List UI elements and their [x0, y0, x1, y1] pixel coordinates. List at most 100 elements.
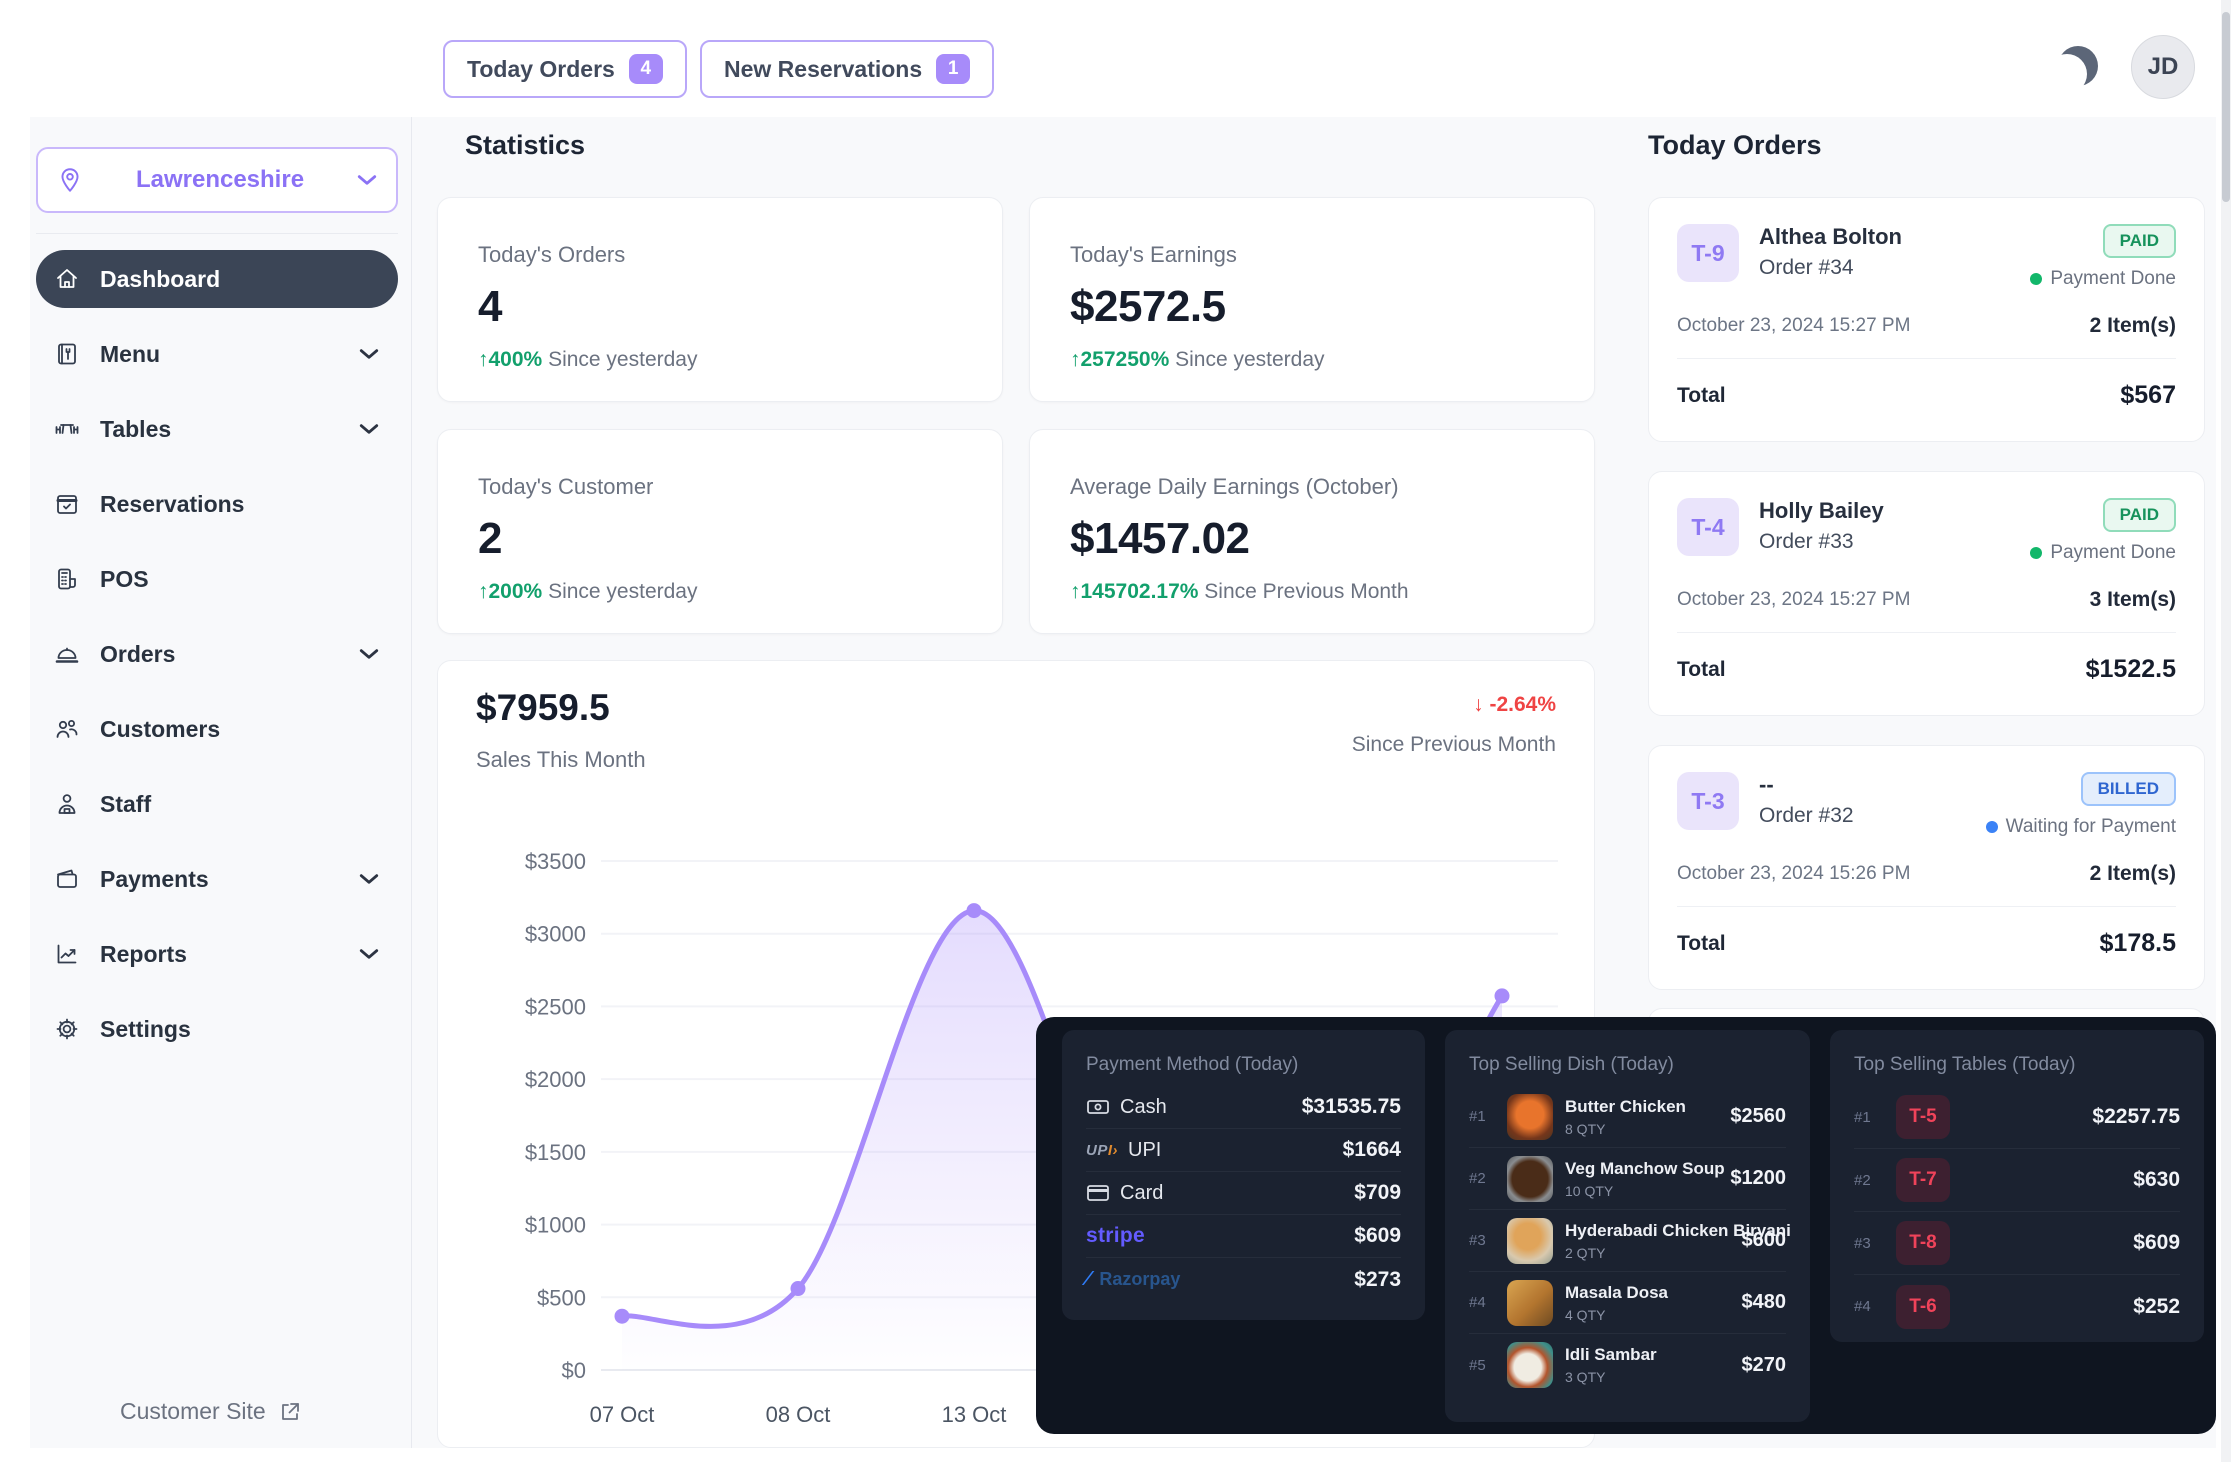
dish-rank: #2 — [1469, 1170, 1495, 1187]
sidebar-item-orders[interactable]: Orders — [36, 625, 398, 683]
order-card[interactable]: T-4 Holly Bailey Order #33 PAID Payment … — [1648, 471, 2205, 716]
wallet-icon — [54, 866, 80, 892]
up-arrow-icon: ↑ — [1070, 580, 1081, 603]
sales-subtitle: Sales This Month — [476, 747, 646, 773]
sidebar-item-payments[interactable]: Payments — [36, 850, 398, 908]
payment-method-row: ⁄Razorpay $273 — [1086, 1258, 1401, 1301]
svg-text:$1000: $1000 — [525, 1213, 586, 1238]
sidebar-item-staff[interactable]: Staff — [36, 775, 398, 833]
sidebar-separator — [36, 233, 398, 234]
table-badge-red: T-8 — [1896, 1221, 1950, 1265]
cash-icon — [1086, 1095, 1110, 1119]
order-item-count: 2 Item(s) — [2090, 862, 2176, 886]
table-badge: T-4 — [1677, 498, 1739, 556]
customer-site-link[interactable]: Customer Site — [120, 1398, 302, 1425]
payment-method-name: UPI — [1128, 1139, 1161, 1162]
scrollbar-thumb[interactable] — [2222, 12, 2230, 202]
tables-icon — [54, 416, 80, 442]
table-amount: $630 — [2133, 1168, 2180, 1192]
dish-row: #4 Masala Dosa4 QTY $480 — [1469, 1272, 1786, 1334]
statistics-heading: Statistics — [465, 130, 585, 161]
razorpay-logo-icon: ⁄ — [1086, 1268, 1089, 1291]
dish-photo — [1507, 1094, 1553, 1140]
sidebar-item-settings[interactable]: Settings — [36, 1000, 398, 1058]
status-badge: PAID — [2103, 224, 2176, 258]
payment-status-text: Waiting for Payment — [2006, 816, 2176, 838]
payment-status-note: Waiting for Payment — [1986, 816, 2176, 838]
order-divider — [1677, 358, 2176, 359]
order-card[interactable]: T-9 Althea Bolton Order #34 PAID Payment… — [1648, 197, 2205, 442]
dish-name: Idli Sambar — [1565, 1345, 1657, 1365]
svg-text:08 Oct: 08 Oct — [766, 1402, 831, 1427]
sidebar-item-reservations[interactable]: Reservations — [36, 475, 398, 533]
chevron-down-icon — [358, 422, 380, 436]
table-badge-red: T-6 — [1896, 1285, 1950, 1329]
status-dot-icon — [2030, 547, 2042, 559]
order-datetime: October 23, 2024 15:27 PM — [1677, 315, 1910, 337]
new-reservations-button[interactable]: New Reservations 1 — [700, 40, 994, 98]
dish-rank: #5 — [1469, 1357, 1495, 1374]
chevron-down-icon — [358, 347, 380, 361]
sidebar-item-customers[interactable]: Customers — [36, 700, 398, 758]
stat-delta-value: 200% — [489, 580, 543, 603]
svg-text:$3500: $3500 — [525, 849, 586, 874]
sidebar-item-reports[interactable]: Reports — [36, 925, 398, 983]
svg-text:$2500: $2500 — [525, 994, 586, 1019]
order-total-label: Total — [1677, 932, 1726, 956]
table-amount: $609 — [2133, 1231, 2180, 1255]
table-rank: #1 — [1854, 1109, 1880, 1126]
order-card[interactable]: T-3 -- Order #32 BILLED Waiting for Paym… — [1648, 745, 2205, 990]
sidebar-item-dashboard[interactable]: Dashboard — [36, 250, 398, 308]
status-badge: PAID — [2103, 498, 2176, 532]
table-rank: #2 — [1854, 1172, 1880, 1189]
cloche-icon — [54, 641, 80, 667]
customer-name: Holly Bailey — [1759, 498, 1884, 524]
chevron-down-icon — [356, 173, 378, 187]
dish-name: Masala Dosa — [1565, 1283, 1668, 1303]
sales-delta: ↓ -2.64% — [1473, 693, 1556, 717]
stat-delta-value: 257250% — [1081, 348, 1170, 371]
stat-card-todays-earnings: Today's Earnings $2572.5 ↑257250% Since … — [1029, 197, 1595, 402]
payment-method-amount: $609 — [1354, 1224, 1401, 1248]
sidebar-item-pos[interactable]: POS — [36, 550, 398, 608]
insights-overlay: Payment Method (Today) Cash $31535.75 UP… — [1036, 1017, 2216, 1434]
avatar[interactable]: JD — [2131, 35, 2195, 99]
location-selector[interactable]: Lawrenceshire — [36, 147, 398, 213]
chevron-down-icon — [358, 947, 380, 961]
stat-delta: ↑400% Since yesterday — [478, 348, 962, 372]
dish-qty: 10 QTY — [1565, 1183, 1718, 1199]
chevron-down-icon — [358, 872, 380, 886]
dish-qty: 2 QTY — [1565, 1245, 1730, 1261]
menu-book-icon — [54, 341, 80, 367]
table-rank-row: #3 T-8 $609 — [1854, 1212, 2180, 1275]
sidebar-item-label: Settings — [100, 1016, 191, 1043]
payment-method-row: Card $709 — [1086, 1172, 1401, 1215]
dark-mode-moon-icon[interactable] — [2058, 46, 2098, 86]
stat-value: 4 — [478, 282, 962, 332]
customer-name: -- — [1759, 772, 1854, 798]
payment-method-row: Cash $31535.75 — [1086, 1086, 1401, 1129]
stat-label: Today's Orders — [478, 242, 962, 268]
dish-amount: $480 — [1742, 1291, 1787, 1314]
dish-photo — [1507, 1156, 1553, 1202]
today-orders-button-label: Today Orders — [467, 56, 615, 83]
staff-person-icon — [54, 791, 80, 817]
top-selling-dish-title: Top Selling Dish (Today) — [1469, 1054, 1786, 1076]
external-link-icon — [278, 1400, 302, 1424]
stat-label: Today's Customer — [478, 474, 962, 500]
payment-method-amount: $31535.75 — [1302, 1095, 1401, 1119]
stat-delta-note: Since yesterday — [548, 580, 697, 603]
dish-rank: #4 — [1469, 1294, 1495, 1311]
today-orders-button[interactable]: Today Orders 4 — [443, 40, 687, 98]
scrollbar-track[interactable] — [2221, 0, 2231, 1462]
top-selling-tables-title: Top Selling Tables (Today) — [1854, 1054, 2180, 1076]
order-divider — [1677, 906, 2176, 907]
dish-amount: $270 — [1742, 1354, 1787, 1377]
table-rank: #3 — [1854, 1235, 1880, 1252]
up-arrow-icon: ↑ — [478, 580, 489, 603]
dish-name: Butter Chicken — [1565, 1097, 1686, 1117]
sidebar-item-tables[interactable]: Tables — [36, 400, 398, 458]
dish-photo — [1507, 1218, 1553, 1264]
payment-method-row: UPI›UPI $1664 — [1086, 1129, 1401, 1172]
sidebar-item-menu[interactable]: Menu — [36, 325, 398, 383]
